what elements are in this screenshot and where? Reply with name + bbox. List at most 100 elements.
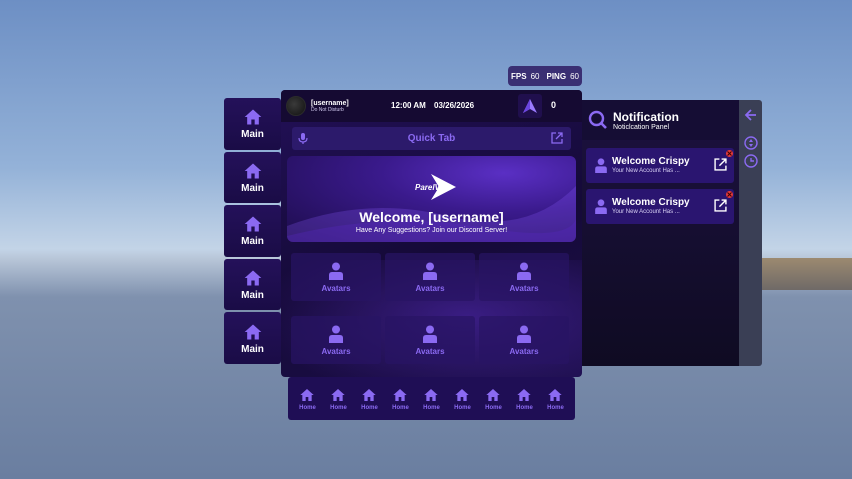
dock-item-home[interactable]: Home: [454, 387, 471, 411]
search-icon[interactable]: [588, 110, 608, 130]
home-icon: [517, 388, 532, 401]
fps-label: FPS: [511, 71, 527, 81]
person-icon: [423, 262, 437, 280]
avatars-tile[interactable]: Avatars: [385, 253, 475, 301]
home-icon: [244, 109, 261, 125]
avatar[interactable]: [286, 96, 306, 116]
microphone-icon[interactable]: [297, 132, 309, 145]
arrow-left-icon[interactable]: [744, 108, 758, 122]
avatars-tile[interactable]: Avatars: [385, 316, 475, 364]
dock-item-label: Home: [392, 404, 409, 411]
dock-item-label: Home: [423, 404, 440, 411]
close-icon[interactable]: [726, 150, 733, 157]
move-icon[interactable]: [743, 136, 758, 150]
background-ground: [760, 258, 852, 290]
sidebar-item-main[interactable]: Main: [224, 205, 281, 257]
notification-card[interactable]: Welcome Crispy Your New Account Has ...: [586, 189, 734, 224]
user-status: Do Not Disturb: [311, 106, 344, 113]
tile-label: Avatars: [321, 283, 351, 293]
dock-item-home[interactable]: Home: [516, 387, 533, 411]
tile-label: Avatars: [509, 283, 539, 293]
fps-value: 60: [530, 71, 540, 81]
welcome-title: Welcome, [username]: [359, 209, 504, 225]
ping-label: PING: [546, 71, 567, 81]
sidebar-item-main[interactable]: Main: [224, 98, 281, 150]
sidebar-item-label: Main: [241, 236, 264, 248]
brand-logo-button[interactable]: [518, 94, 542, 118]
home-icon: [393, 388, 408, 401]
close-icon[interactable]: [726, 191, 733, 198]
external-link-icon[interactable]: [714, 199, 727, 212]
notification-item-desc: Your New Account Has ...: [612, 168, 680, 174]
user-info: [username] Do Not Disturb: [311, 100, 349, 113]
clock: 12:00 AM: [391, 101, 426, 110]
home-icon: [455, 388, 470, 401]
tile-label: Avatars: [415, 283, 445, 293]
home-icon: [244, 270, 261, 286]
tile-label: Avatars: [415, 346, 445, 356]
currency-count: 0: [551, 100, 557, 110]
notification-header: Notification Noticlcation Panel: [582, 100, 739, 140]
sidebar-item-main[interactable]: Main: [224, 151, 281, 204]
external-link-icon[interactable]: [714, 158, 727, 171]
sidebar-item-main[interactable]: Main: [224, 258, 281, 311]
external-link-icon[interactable]: [551, 132, 563, 144]
avatars-tile[interactable]: Avatars: [291, 253, 381, 301]
welcome-banner: ParelVR Welcome, [username] Have Any Sug…: [287, 156, 576, 242]
dock-item-home[interactable]: Home: [299, 387, 316, 411]
dock-item-label: Home: [547, 404, 564, 411]
sidebar-item-label: Main: [241, 343, 264, 355]
notification-card[interactable]: Welcome Crispy Your New Account Has ...: [586, 148, 734, 183]
dock-item-label: Home: [330, 404, 347, 411]
bottom-dock: Home Home Home Home Home Home Home Home …: [288, 377, 575, 420]
tile-label: Avatars: [509, 346, 539, 356]
avatars-tile[interactable]: Avatars: [479, 253, 569, 301]
dock-item-home[interactable]: Home: [392, 387, 409, 411]
home-icon: [362, 388, 377, 401]
sidebar-item-label: Main: [241, 129, 264, 141]
ping-value: 60: [570, 71, 579, 81]
person-icon: [329, 262, 343, 280]
clock-icon[interactable]: [743, 154, 758, 168]
person-icon: [517, 262, 531, 280]
home-icon: [486, 388, 501, 401]
person-icon: [595, 158, 607, 173]
home-icon: [244, 216, 261, 232]
dock-item-label: Home: [516, 404, 533, 411]
dock-item-home[interactable]: Home: [330, 387, 347, 411]
sidebar-item-main[interactable]: Main: [224, 312, 281, 364]
dock-item-label: Home: [299, 404, 316, 411]
sidebar-item-label: Main: [241, 290, 264, 302]
dock-item-home[interactable]: Home: [485, 387, 502, 411]
notification-title: Notification: [613, 109, 679, 124]
avatars-tile[interactable]: Avatars: [291, 316, 381, 364]
home-icon: [300, 388, 315, 401]
avatars-tile[interactable]: Avatars: [479, 316, 569, 364]
main-sidebar: Main Main Main Main Main: [224, 98, 281, 364]
dock-item-label: Home: [454, 404, 471, 411]
top-bar: [username] Do Not Disturb 12:00 AM 03/26…: [281, 90, 582, 122]
brand-name: ParelVR: [415, 183, 446, 192]
home-icon: [548, 388, 563, 401]
triangle-logo-icon: [523, 99, 537, 113]
person-icon: [423, 325, 437, 343]
username: [username]: [311, 99, 349, 107]
notification-subtitle: Noticlcation Panel: [613, 123, 670, 131]
home-icon: [244, 163, 261, 179]
avatar-tile-grid: Avatars Avatars Avatars Avatars Avatars …: [291, 253, 569, 364]
tile-label: Avatars: [321, 346, 351, 356]
date: 03/26/2026: [434, 101, 475, 110]
home-icon: [244, 324, 261, 340]
stats-badge: FPS 60 PING 60: [508, 66, 582, 86]
person-icon: [329, 325, 343, 343]
home-icon: [424, 388, 439, 401]
sidebar-item-label: Main: [241, 182, 264, 194]
quick-tab-button[interactable]: Quick Tab: [292, 127, 571, 150]
notification-item-title: Welcome Crispy: [612, 197, 690, 208]
dock-item-home[interactable]: Home: [361, 387, 378, 411]
notification-panel: Notification Noticlcation Panel Welcome …: [582, 100, 739, 366]
home-icon: [331, 388, 346, 401]
dock-item-home[interactable]: Home: [423, 387, 440, 411]
person-icon: [595, 199, 607, 214]
dock-item-home[interactable]: Home: [547, 387, 564, 411]
